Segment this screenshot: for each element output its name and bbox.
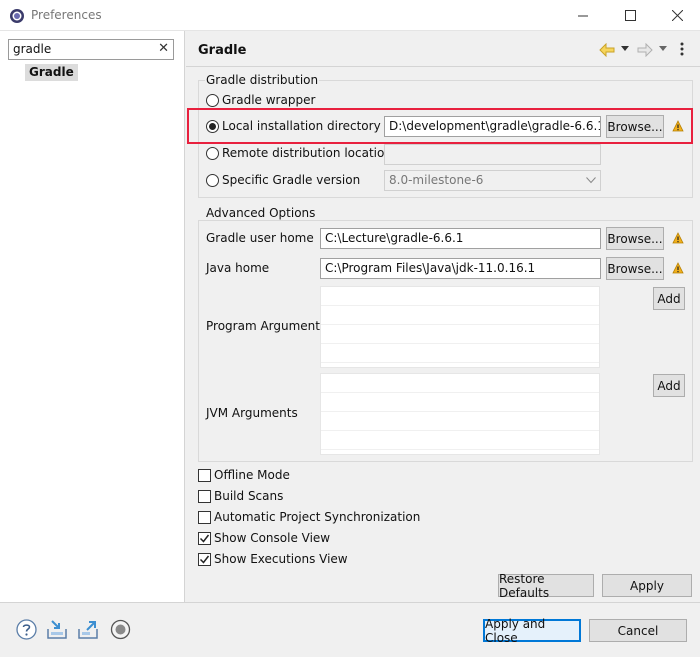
maximize-button[interactable] bbox=[607, 0, 653, 31]
auto-sync-checkbox[interactable] bbox=[198, 511, 211, 524]
chevron-down-icon bbox=[586, 177, 596, 184]
auto-sync-label: Automatic Project Synchronization bbox=[214, 510, 421, 524]
program-arguments-list[interactable] bbox=[320, 286, 600, 368]
clear-search-icon[interactable]: ✕ bbox=[158, 41, 169, 56]
remote-distribution-field[interactable] bbox=[384, 144, 601, 165]
remote-distribution-radio[interactable] bbox=[206, 147, 219, 160]
java-home-browse-button[interactable]: Browse... bbox=[606, 257, 664, 280]
specific-version-value: 8.0-milestone-6 bbox=[389, 173, 484, 187]
gradle-user-home-label: Gradle user home bbox=[206, 231, 314, 245]
warning-icon bbox=[672, 262, 684, 274]
program-arguments-label: Program Arguments bbox=[206, 319, 327, 333]
preference-tree-panel bbox=[0, 31, 185, 602]
jvm-arguments-list[interactable] bbox=[320, 373, 600, 455]
show-executions-view-label: Show Executions View bbox=[214, 552, 348, 566]
specific-version-label: Specific Gradle version bbox=[222, 173, 361, 187]
apply-and-close-button[interactable]: Apply and Close bbox=[483, 617, 581, 645]
build-scans-checkbox[interactable] bbox=[198, 490, 211, 503]
help-icon[interactable] bbox=[16, 619, 37, 640]
checkmark-icon bbox=[199, 555, 210, 564]
gradle-wrapper-radio[interactable] bbox=[206, 94, 219, 107]
checkmark-icon bbox=[199, 534, 210, 543]
advanced-options-legend: Advanced Options bbox=[205, 206, 317, 220]
offline-mode-label: Offline Mode bbox=[214, 468, 290, 482]
show-executions-view-checkbox[interactable] bbox=[198, 553, 211, 566]
search-value: gradle bbox=[13, 42, 52, 56]
forward-arrow-icon[interactable] bbox=[637, 43, 653, 57]
java-home-field[interactable]: C:\Program Files\Java\jdk-11.0.16.1 bbox=[320, 258, 601, 279]
offline-mode-checkbox[interactable] bbox=[198, 469, 211, 482]
build-scans-label: Build Scans bbox=[214, 489, 284, 503]
show-console-view-label: Show Console View bbox=[214, 531, 331, 545]
specific-version-select[interactable]: 8.0-milestone-6 bbox=[384, 170, 601, 191]
jvm-arguments-label: JVM Arguments bbox=[206, 406, 298, 420]
record-icon[interactable] bbox=[110, 619, 131, 640]
search-input[interactable]: gradle ✕ bbox=[8, 39, 174, 60]
back-dropdown-icon[interactable] bbox=[621, 46, 629, 52]
forward-dropdown-icon[interactable] bbox=[659, 46, 667, 52]
back-arrow-icon[interactable] bbox=[599, 43, 615, 57]
gradle-user-home-field[interactable]: C:\Lecture\gradle-6.6.1 bbox=[320, 228, 601, 249]
title-bar: Preferences bbox=[0, 0, 700, 31]
program-arguments-add-button[interactable]: Add bbox=[653, 287, 685, 310]
minimize-button[interactable] bbox=[560, 0, 606, 31]
view-menu-icon[interactable] bbox=[680, 42, 684, 56]
tree-item-gradle[interactable]: Gradle bbox=[25, 64, 78, 81]
minimize-icon bbox=[578, 15, 588, 16]
gradle-wrapper-label: Gradle wrapper bbox=[222, 93, 316, 107]
app-icon bbox=[10, 9, 24, 23]
jvm-arguments-add-button[interactable]: Add bbox=[653, 374, 685, 397]
export-icon[interactable] bbox=[77, 619, 99, 640]
user-home-browse-button[interactable]: Browse... bbox=[606, 227, 664, 250]
warning-icon bbox=[672, 232, 684, 244]
cancel-button[interactable]: Cancel bbox=[589, 619, 687, 642]
close-button[interactable] bbox=[654, 0, 700, 31]
highlight-box bbox=[187, 108, 693, 144]
apply-button[interactable]: Apply bbox=[602, 574, 692, 597]
gradle-distribution-legend: Gradle distribution bbox=[205, 73, 320, 87]
specific-version-radio[interactable] bbox=[206, 174, 219, 187]
close-icon bbox=[671, 10, 683, 21]
page-title: Gradle bbox=[198, 43, 247, 58]
java-home-label: Java home bbox=[206, 261, 270, 275]
restore-defaults-button[interactable]: Restore Defaults bbox=[498, 572, 594, 600]
maximize-icon bbox=[624, 10, 636, 21]
header-separator bbox=[186, 66, 700, 67]
window-title: Preferences bbox=[31, 8, 102, 22]
show-console-view-checkbox[interactable] bbox=[198, 532, 211, 545]
remote-distribution-label: Remote distribution location bbox=[222, 146, 392, 160]
import-icon[interactable] bbox=[46, 619, 68, 640]
